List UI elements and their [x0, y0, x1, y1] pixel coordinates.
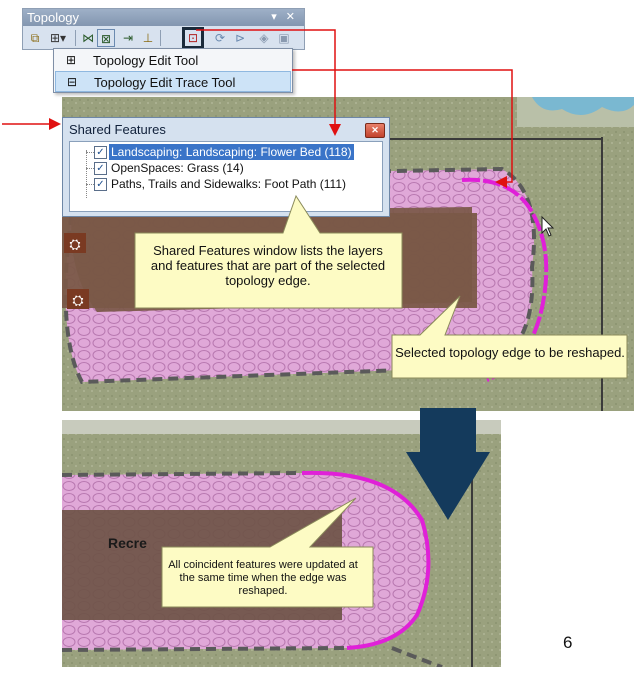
- pointer-arrow-edge: [292, 69, 513, 188]
- pointer-arrow-flower-bed: [196, 29, 341, 136]
- callout-edge: [391, 295, 628, 379]
- callout-shared-features-text: Shared Features window lists the layers …: [150, 243, 386, 288]
- page-number: 6: [563, 633, 573, 652]
- down-arrow-icon: [406, 408, 490, 520]
- map-feature-label: Recre: [108, 535, 147, 551]
- callout-result-text: All coincident features were updated at …: [168, 559, 358, 597]
- callout-edge-text: Selected topology edge to be reshaped.: [395, 345, 625, 360]
